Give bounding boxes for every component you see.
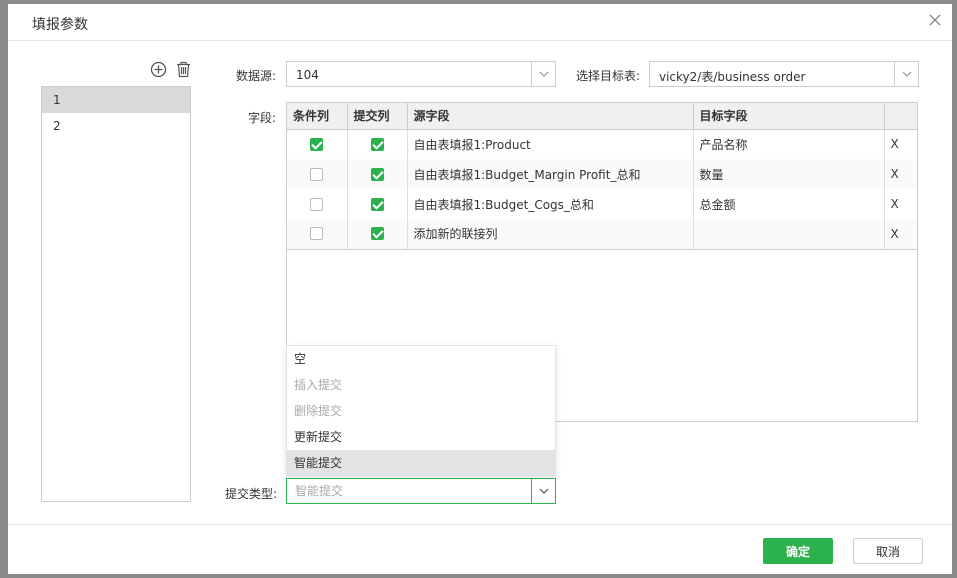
delete-row-button[interactable]: X [884, 219, 917, 250]
datasource-value: 104 [296, 68, 319, 82]
submit-type-select[interactable] [286, 478, 556, 504]
fields-label: 字段: [248, 111, 277, 125]
condition-cell [287, 129, 348, 159]
submit-type-input[interactable] [287, 479, 531, 503]
close-icon[interactable] [928, 13, 944, 29]
target-table-label: 选择目标表: [576, 69, 641, 83]
trash-icon[interactable] [176, 61, 191, 81]
target-field-cell[interactable] [693, 219, 885, 250]
datasource-label: 数据源: [236, 69, 277, 83]
col-header-submit[interactable]: 提交列 [347, 103, 408, 130]
submit-type-label: 提交类型: [225, 487, 278, 501]
condition-checkbox[interactable] [310, 197, 323, 211]
table-row[interactable]: 自由表填报1:Product 产品名称 X [287, 129, 917, 159]
target-table-value: vicky2/表/business order [659, 70, 806, 84]
plus-circle-icon[interactable] [150, 61, 167, 81]
delete-row-button[interactable]: X [884, 189, 917, 219]
target-table-select[interactable]: vicky2/表/business order [649, 61, 919, 87]
dialog-title: 填报参数 [32, 17, 88, 33]
table-row[interactable]: 自由表填报1:Budget_Cogs_总和 总金额 X [287, 189, 917, 219]
col-header-source[interactable]: 源字段 [407, 103, 694, 130]
target-field-cell[interactable]: 数量 [693, 159, 885, 189]
source-field-cell[interactable]: 自由表填报1:Budget_Cogs_总和 [407, 189, 694, 219]
dropdown-option: 插入提交 [294, 378, 343, 392]
chevron-down-icon[interactable] [531, 479, 555, 503]
col-header-action [884, 103, 917, 130]
condition-cell [287, 219, 348, 250]
dropdown-option[interactable]: 更新提交 [287, 424, 555, 450]
dialog-footer: 确定 取消 [8, 524, 952, 574]
condition-checkbox[interactable] [310, 137, 323, 151]
dropdown-option[interactable]: 智能提交 [287, 450, 555, 476]
submit-cell [347, 129, 408, 159]
condition-checkbox[interactable] [310, 167, 323, 181]
col-header-condition[interactable]: 条件列 [287, 103, 348, 130]
submit-cell [347, 159, 408, 189]
param-list: 1 2 [41, 86, 191, 502]
col-header-target[interactable]: 目标字段 [693, 103, 885, 130]
submit-checkbox[interactable] [370, 227, 384, 241]
dropdown-option: 删除提交 [294, 404, 343, 418]
source-field-cell[interactable]: 自由表填报1:Budget_Margin Profit_总和 [407, 159, 694, 189]
ok-button[interactable]: 确定 [763, 538, 833, 564]
chevron-down-icon[interactable] [531, 62, 555, 86]
chevron-down-icon[interactable] [894, 62, 918, 86]
condition-cell [287, 159, 348, 189]
submit-checkbox[interactable] [370, 197, 384, 211]
condition-cell [287, 189, 348, 219]
source-field-cell[interactable]: 自由表填报1:Product [407, 129, 694, 159]
param-list-item[interactable]: 1 [42, 87, 190, 113]
condition-checkbox[interactable] [310, 227, 323, 241]
table-row[interactable]: 添加新的联接列 X [287, 219, 917, 250]
datasource-select[interactable]: 104 [286, 61, 556, 87]
source-field-cell[interactable]: 添加新的联接列 [407, 219, 694, 250]
dialog-header: 填报参数 [8, 4, 952, 41]
submit-cell [347, 189, 408, 219]
dropdown-option[interactable]: 空 [287, 346, 555, 372]
delete-row-button[interactable]: X [884, 159, 917, 189]
param-list-item[interactable]: 2 [42, 113, 190, 139]
submit-cell [347, 219, 408, 250]
fill-params-dialog: 填报参数 1 2 数据源: 104 选择目标表: vicky2/表/busine… [8, 4, 952, 574]
submit-type-dropdown: 空插入提交删除提交更新提交 智能提交 [286, 345, 556, 476]
target-field-cell[interactable]: 总金额 [693, 189, 885, 219]
cancel-button[interactable]: 取消 [853, 538, 923, 564]
target-field-cell[interactable]: 产品名称 [693, 129, 885, 159]
table-row[interactable]: 自由表填报1:Budget_Margin Profit_总和 数量 X [287, 159, 917, 189]
submit-checkbox[interactable] [370, 137, 384, 151]
submit-checkbox[interactable] [370, 167, 384, 181]
delete-row-button[interactable]: X [884, 129, 917, 159]
